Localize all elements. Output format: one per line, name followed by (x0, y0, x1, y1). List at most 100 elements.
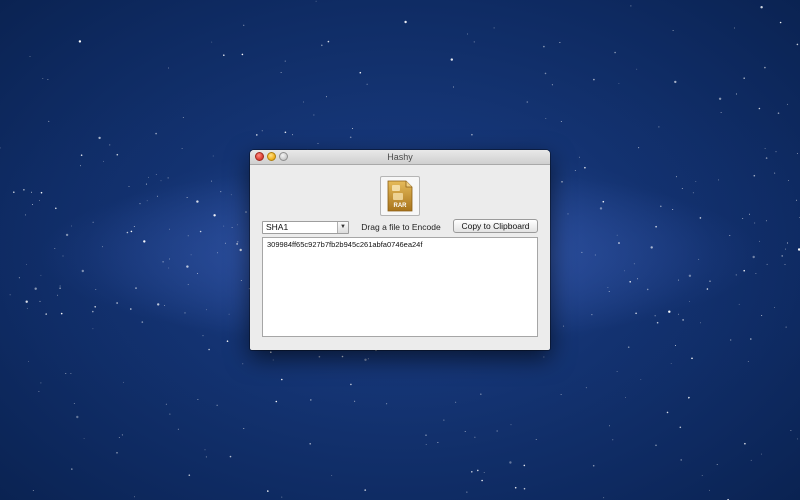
star (443, 419, 445, 421)
star (186, 197, 188, 198)
star (239, 248, 242, 252)
star (65, 233, 69, 237)
star (42, 78, 44, 80)
window-title: Hashy (387, 152, 413, 162)
star (752, 255, 755, 259)
star (700, 322, 701, 324)
star (560, 394, 562, 395)
star (92, 310, 94, 313)
star (796, 199, 798, 201)
star (729, 235, 731, 237)
star (656, 321, 659, 324)
star (39, 199, 40, 201)
star (109, 144, 111, 146)
star (116, 452, 118, 454)
star (95, 289, 97, 290)
star (190, 254, 192, 256)
star (675, 176, 677, 178)
star (313, 114, 315, 116)
star (764, 66, 766, 69)
star (184, 312, 186, 314)
star (197, 273, 198, 275)
star (718, 179, 720, 181)
star (367, 358, 369, 360)
star (761, 315, 763, 317)
star (672, 209, 674, 211)
star (629, 281, 631, 283)
star (466, 491, 468, 493)
star (560, 121, 562, 122)
star (471, 133, 473, 136)
star (80, 165, 81, 167)
star (310, 399, 312, 401)
star (126, 231, 129, 234)
star (28, 361, 29, 363)
star (523, 487, 526, 490)
star (450, 58, 453, 61)
star (735, 274, 737, 276)
chevron-down-icon[interactable]: ▼ (337, 222, 348, 233)
star (425, 434, 427, 437)
star (561, 181, 563, 183)
drop-instruction-label: Drag a file to Encode (361, 222, 441, 232)
star (116, 153, 119, 156)
star (45, 313, 47, 315)
star (148, 176, 149, 178)
star (658, 126, 660, 128)
star (231, 226, 233, 228)
star (774, 307, 776, 309)
star (223, 225, 225, 227)
star (467, 33, 468, 35)
star (156, 195, 158, 197)
star (567, 213, 569, 215)
star (654, 315, 656, 317)
star (602, 200, 605, 203)
title-bar[interactable]: Hashy (250, 150, 550, 165)
star (71, 225, 73, 227)
star (765, 220, 767, 222)
star (708, 489, 710, 491)
star (473, 41, 475, 43)
star (236, 243, 238, 245)
star (208, 348, 210, 351)
star (0, 147, 1, 149)
star (755, 273, 757, 274)
hashy-window: Hashy RAR SHA1 ▼ Drag a file to Encode C… (250, 150, 550, 350)
star (26, 264, 27, 266)
star (81, 269, 85, 273)
star (205, 456, 207, 458)
copy-to-clipboard-button[interactable]: Copy to Clipboard (453, 219, 538, 233)
star (38, 391, 40, 393)
star (284, 60, 286, 62)
star (168, 267, 170, 269)
star (608, 291, 610, 293)
star (464, 431, 466, 433)
rar-icon-text: RAR (394, 203, 408, 209)
star (272, 359, 274, 361)
star (581, 251, 583, 253)
star (169, 228, 170, 230)
star (205, 309, 207, 311)
star (614, 51, 616, 54)
star (743, 77, 745, 79)
star (638, 147, 640, 149)
star (83, 437, 85, 439)
star (80, 154, 83, 156)
hash-output-field[interactable]: 309984ff65c927b7fb2b945c261abfa0746ea24f (262, 237, 538, 337)
star (364, 358, 367, 361)
star (186, 265, 189, 268)
star (593, 78, 595, 81)
file-drop-well[interactable]: RAR (380, 176, 420, 216)
star (261, 130, 263, 132)
algorithm-selected-value: SHA1 (266, 222, 289, 232)
algorithm-select[interactable]: SHA1 ▼ (262, 221, 349, 234)
star (526, 101, 529, 103)
star (689, 301, 690, 303)
star (352, 128, 354, 129)
star (543, 45, 545, 48)
star (155, 132, 157, 135)
star (749, 213, 750, 215)
star (646, 288, 649, 291)
star (92, 328, 94, 330)
star (76, 415, 79, 419)
